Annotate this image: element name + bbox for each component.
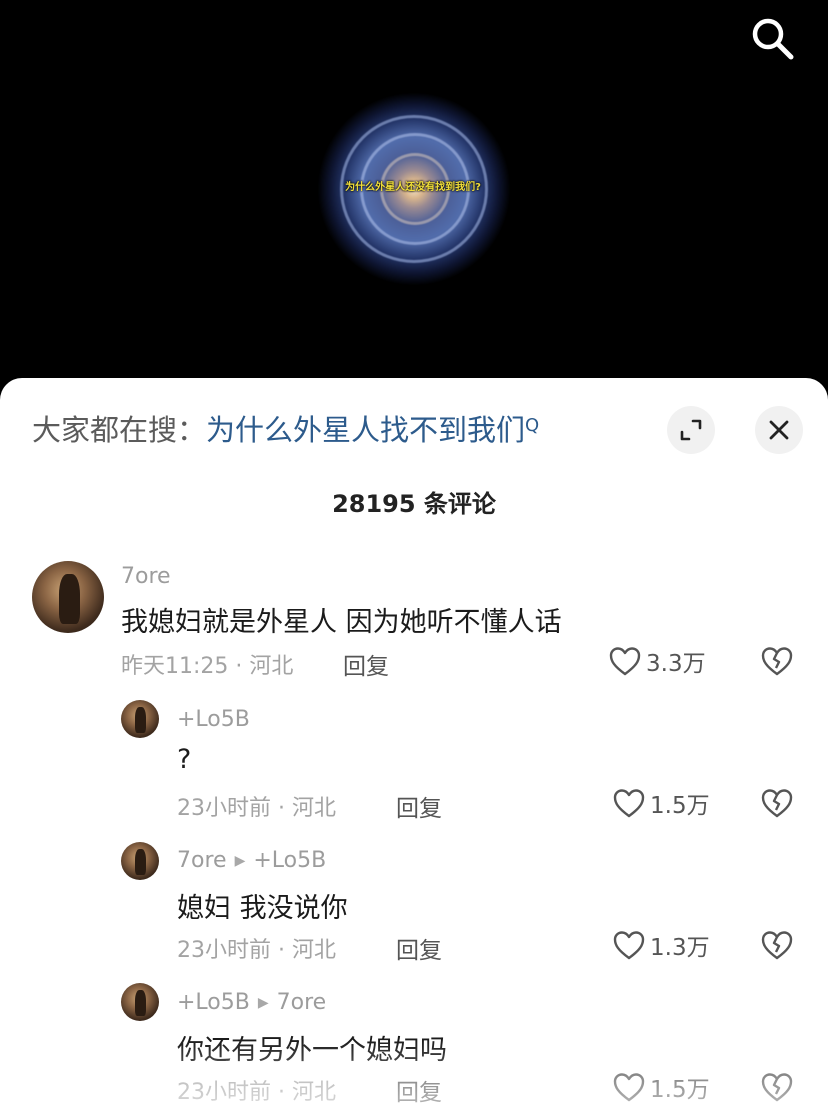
dislike-button[interactable]: [760, 787, 793, 819]
search-small-icon: Q: [525, 415, 540, 436]
comment-username[interactable]: 7ore ▶ +Lo5B: [177, 848, 326, 873]
comment-sheet: 大家都在搜：为什么外星人找不到我们Q 28195 条评论 7ore 我媳妇就是外…: [0, 378, 828, 1104]
like-count: 1.3万: [650, 935, 710, 961]
hot-search-link[interactable]: 为什么外星人找不到我们: [206, 413, 525, 447]
comment-text: 媳妇 我没说你: [177, 893, 348, 924]
dislike-button[interactable]: [760, 645, 793, 677]
heart-icon: [613, 1073, 645, 1102]
comment-meta: 23小时前 · 河北: [177, 796, 336, 821]
dislike-button[interactable]: [760, 929, 793, 961]
hot-search-bar[interactable]: 大家都在搜：为什么外星人找不到我们Q: [32, 410, 539, 450]
comment-meta: 23小时前 · 河北: [177, 1080, 336, 1104]
close-icon: [769, 420, 789, 440]
heart-icon: [609, 647, 641, 676]
like-count: 1.5万: [650, 793, 710, 819]
like-button[interactable]: 1.5万: [612, 1070, 710, 1104]
hot-search-prefix: 大家都在搜：: [32, 413, 207, 447]
like-count: 3.3万: [646, 651, 706, 677]
avatar[interactable]: [121, 700, 159, 738]
avatar[interactable]: [121, 842, 159, 880]
search-icon[interactable]: [748, 14, 796, 62]
avatar[interactable]: [32, 561, 104, 633]
avatar[interactable]: [121, 983, 159, 1021]
comment-text: 我媳妇就是外星人 因为她听不懂人话: [121, 607, 562, 638]
video-caption: 为什么外星人还没有找到我们?: [345, 182, 481, 193]
like-button[interactable]: 1.3万: [612, 928, 710, 962]
like-button[interactable]: 3.3万: [608, 644, 706, 678]
reply-button[interactable]: 回复: [343, 647, 389, 681]
heart-icon: [613, 789, 645, 818]
comment-username[interactable]: 7ore: [121, 564, 171, 589]
reply-target[interactable]: +Lo5B: [253, 848, 326, 873]
reply-arrow-icon: ▶: [257, 995, 269, 1011]
expand-icon: [680, 419, 702, 441]
dislike-button[interactable]: [760, 1071, 793, 1103]
reply-author[interactable]: 7ore: [177, 848, 227, 873]
like-button[interactable]: 1.5万: [612, 786, 710, 820]
broken-heart-icon: [761, 789, 793, 818]
reply-author[interactable]: +Lo5B: [177, 990, 250, 1015]
broken-heart-icon: [761, 647, 793, 676]
reply-target[interactable]: 7ore: [277, 990, 327, 1015]
comment-meta: 昨天11:25 · 河北: [121, 654, 294, 679]
reply-button[interactable]: 回复: [396, 1073, 442, 1104]
broken-heart-icon: [761, 931, 793, 960]
like-count: 1.5万: [650, 1077, 710, 1103]
heart-icon: [613, 931, 645, 960]
video-player[interactable]: 为什么外星人还没有找到我们?: [0, 0, 828, 400]
broken-heart-icon: [761, 1073, 793, 1102]
expand-button[interactable]: [667, 406, 715, 454]
reply-button[interactable]: 回复: [396, 789, 442, 823]
comment-count: 28195 条评论: [332, 490, 496, 518]
reply-button[interactable]: 回复: [396, 931, 442, 965]
comment-username[interactable]: +Lo5B ▶ 7ore: [177, 990, 326, 1015]
close-button[interactable]: [755, 406, 803, 454]
comment-meta: 23小时前 · 河北: [177, 938, 336, 963]
comment-text: 你还有另外一个媳妇吗: [177, 1035, 447, 1066]
reply-arrow-icon: ▶: [234, 853, 246, 869]
comment-text: ?: [177, 744, 192, 775]
comment-username[interactable]: +Lo5B: [177, 707, 250, 732]
